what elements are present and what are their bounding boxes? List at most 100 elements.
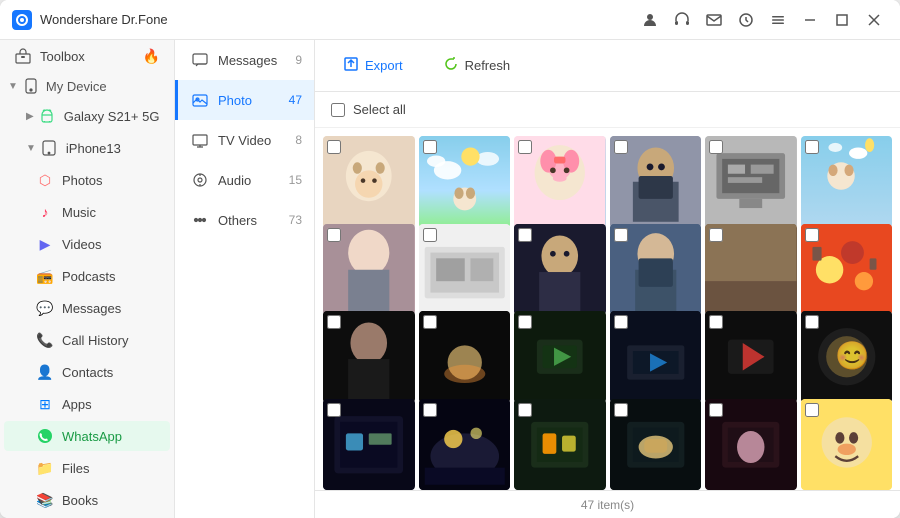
sidebar-group-my-device[interactable]: ▼ My Device: [0, 72, 174, 100]
photo-item[interactable]: [419, 311, 511, 403]
photo-item[interactable]: [323, 399, 415, 491]
sidebar-item-podcasts[interactable]: 📻 Podcasts: [4, 261, 170, 291]
photo-item[interactable]: [705, 224, 797, 316]
title-bar: Wondershare Dr.Fone: [0, 0, 900, 40]
sidebar-item-photos[interactable]: ⬡ Photos: [4, 165, 170, 195]
mp-others[interactable]: Others 73: [175, 200, 314, 240]
app-title: Wondershare Dr.Fone: [40, 12, 636, 27]
minimize-button[interactable]: [796, 6, 824, 34]
photo-item[interactable]: [705, 136, 797, 228]
mp-audio-icon: [190, 170, 210, 190]
clock-icon[interactable]: [732, 6, 760, 34]
photo-item[interactable]: [514, 399, 606, 491]
photo-checkbox[interactable]: [614, 403, 628, 417]
sidebar-item-messages[interactable]: 💬 Messages: [4, 293, 170, 323]
mp-messages[interactable]: Messages 9: [175, 40, 314, 80]
android-icon: [38, 107, 56, 125]
photo-checkbox[interactable]: [518, 403, 532, 417]
main-layout: Toolbox 🔥 ▼ My Device ▶ Galaxy S21+ 5G: [0, 40, 900, 518]
photo-checkbox[interactable]: [709, 403, 723, 417]
export-button[interactable]: Export: [331, 50, 415, 81]
photo-item[interactable]: [801, 224, 893, 316]
photo-checkbox[interactable]: [614, 140, 628, 154]
photo-checkbox[interactable]: [423, 140, 437, 154]
sidebar-item-books[interactable]: 📚 Books: [4, 485, 170, 515]
sidebar-item-galaxy[interactable]: ▶ Galaxy S21+ 5G: [4, 101, 170, 131]
sidebar-item-contacts[interactable]: 👤 Contacts: [4, 357, 170, 387]
photo-checkbox[interactable]: [327, 140, 341, 154]
photo-checkbox[interactable]: [327, 228, 341, 242]
photo-checkbox[interactable]: [709, 315, 723, 329]
contacts-icon: 👤: [36, 363, 54, 381]
photo-item[interactable]: [610, 399, 702, 491]
photo-item[interactable]: [610, 224, 702, 316]
photo-item[interactable]: [323, 311, 415, 403]
maximize-button[interactable]: [828, 6, 856, 34]
sidebar-item-whatsapp[interactable]: WhatsApp: [4, 421, 170, 451]
sidebar-item-music[interactable]: ♪ Music: [4, 197, 170, 227]
sidebar-item-toolbox[interactable]: Toolbox 🔥: [4, 41, 170, 71]
photo-item[interactable]: [801, 399, 893, 491]
photo-item[interactable]: 😊: [801, 311, 893, 403]
select-all-bar: Select all: [315, 92, 900, 128]
photo-checkbox[interactable]: [327, 403, 341, 417]
item-count: 47 item(s): [581, 498, 634, 512]
user-icon[interactable]: [636, 6, 664, 34]
refresh-icon: [443, 56, 459, 75]
photo-checkbox[interactable]: [805, 228, 819, 242]
sidebar-item-files[interactable]: 📁 Files: [4, 453, 170, 483]
photo-item[interactable]: [705, 399, 797, 491]
device-icon: [22, 77, 40, 95]
toolbox-label: Toolbox: [40, 49, 143, 64]
photo-checkbox[interactable]: [423, 315, 437, 329]
photo-item[interactable]: [514, 224, 606, 316]
close-button[interactable]: [860, 6, 888, 34]
chevron-icon: ▼: [8, 81, 18, 92]
sidebar-item-videos[interactable]: ▶ Videos: [4, 229, 170, 259]
photo-checkbox[interactable]: [709, 228, 723, 242]
photo-item[interactable]: [514, 136, 606, 228]
whatsapp-icon: [36, 427, 54, 445]
my-device-label: My Device: [46, 79, 107, 94]
mp-audio[interactable]: Audio 15: [175, 160, 314, 200]
photo-item[interactable]: [419, 224, 511, 316]
photo-checkbox[interactable]: [805, 315, 819, 329]
photo-item[interactable]: [323, 136, 415, 228]
headphone-icon[interactable]: [668, 6, 696, 34]
refresh-button[interactable]: Refresh: [431, 50, 523, 81]
photo-item[interactable]: [610, 311, 702, 403]
photo-checkbox[interactable]: [423, 403, 437, 417]
mp-tv-video[interactable]: TV Video 8: [175, 120, 314, 160]
photo-item[interactable]: [514, 311, 606, 403]
photo-checkbox[interactable]: [805, 140, 819, 154]
photo-checkbox[interactable]: [518, 140, 532, 154]
photo-checkbox[interactable]: [614, 315, 628, 329]
photo-checkbox[interactable]: [518, 315, 532, 329]
mp-messages-icon: [190, 50, 210, 70]
mp-photo[interactable]: Photo 47: [175, 80, 314, 120]
menu-icon[interactable]: [764, 6, 792, 34]
export-label: Export: [365, 58, 403, 73]
photo-checkbox[interactable]: [327, 315, 341, 329]
photo-item[interactable]: [419, 136, 511, 228]
photo-item[interactable]: [610, 136, 702, 228]
select-all-checkbox[interactable]: [331, 103, 345, 117]
photo-item[interactable]: [419, 399, 511, 491]
photo-checkbox[interactable]: [709, 140, 723, 154]
mail-icon[interactable]: [700, 6, 728, 34]
sidebar-item-apps[interactable]: ⊞ Apps: [4, 389, 170, 419]
mp-tv-icon: [190, 130, 210, 150]
photo-item[interactable]: [801, 136, 893, 228]
photo-checkbox[interactable]: [423, 228, 437, 242]
photo-checkbox[interactable]: [805, 403, 819, 417]
photo-item[interactable]: [323, 224, 415, 316]
photo-checkbox[interactable]: [518, 228, 532, 242]
galaxy-label: Galaxy S21+ 5G: [64, 109, 160, 124]
iphone13-group-label: iPhone13: [66, 141, 160, 156]
photo-checkbox[interactable]: [614, 228, 628, 242]
sidebar-item-iphone13-group[interactable]: ▼ iPhone13: [4, 133, 170, 163]
toolbox-icon: [14, 47, 32, 65]
select-all-label[interactable]: Select all: [331, 102, 406, 117]
sidebar-item-call-history[interactable]: 📞 Call History: [4, 325, 170, 355]
photo-item[interactable]: [705, 311, 797, 403]
